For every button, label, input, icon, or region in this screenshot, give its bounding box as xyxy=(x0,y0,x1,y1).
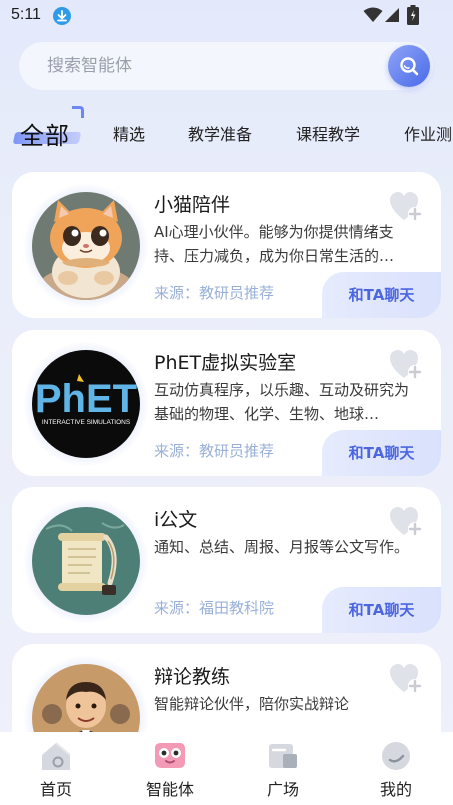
category-tabs: 全部 精选 教学准备 课程教学 作业测 xyxy=(0,106,453,156)
source-name: 教研员推荐 xyxy=(199,442,275,460)
agent-card[interactable]: i公文 通知、总结、周报、月报等公文写作。 来源：福田教科院 和TA聊天 xyxy=(12,487,441,633)
phet-logo-text: PhET xyxy=(35,377,137,421)
agent-card[interactable]: PhET INTERACTIVE SIMULATIONS PhET虚拟实验室 互… xyxy=(12,330,441,476)
tab-all-label: 全部 xyxy=(20,122,70,150)
plaza-icon xyxy=(269,744,297,768)
card-description: AI心理小伙伴。能够为你提供情绪支持、压力减负，成为你日常生活的… xyxy=(154,223,395,265)
chat-button[interactable]: 和TA聊天 xyxy=(322,272,441,318)
phet-logo-subtext: INTERACTIVE SIMULATIONS xyxy=(42,419,131,426)
tab-highlight-corner xyxy=(72,106,84,118)
tab-all[interactable]: 全部 xyxy=(12,106,84,152)
status-bar: 5:11 xyxy=(0,0,453,32)
battery-icon xyxy=(407,5,419,25)
nav-home[interactable]: 首页 xyxy=(6,732,106,805)
nav-profile[interactable]: 我的 xyxy=(346,732,446,805)
tab-teaching-prep[interactable]: 教学准备 xyxy=(188,121,252,145)
nav-plaza-label: 广场 xyxy=(266,780,299,799)
bottom-nav: 首页 智能体 广场 我的 xyxy=(0,732,453,805)
card-title: i公文 xyxy=(154,509,198,531)
search-bar xyxy=(19,42,433,90)
avatar-frame: PhET INTERACTIVE SIMULATIONS xyxy=(24,342,148,466)
favorite-add-icon[interactable] xyxy=(388,505,424,539)
card-source: 来源：教研员推荐 xyxy=(154,440,274,461)
nav-plaza[interactable]: 广场 xyxy=(233,732,333,805)
chat-button[interactable]: 和TA聊天 xyxy=(322,587,441,633)
nav-home-label: 首页 xyxy=(39,780,72,799)
card-description: 互动仿真程序，以乐趣、互动及研究为基础的物理、化学、生物、地球… xyxy=(154,381,410,423)
nav-agent[interactable]: 智能体 xyxy=(120,732,220,805)
avatar-frame xyxy=(24,184,148,308)
tab-homework[interactable]: 作业测 xyxy=(404,121,452,145)
cat-avatar xyxy=(32,192,140,300)
source-prefix: 来源： xyxy=(154,442,200,460)
agent-icon xyxy=(155,743,185,768)
card-description: 智能辩论伙伴，陪你实战辩论 xyxy=(154,695,350,713)
favorite-add-icon[interactable] xyxy=(388,662,424,696)
profile-icon xyxy=(382,742,410,770)
card-description: 通知、总结、周报、月报等公文写作。 xyxy=(154,538,410,556)
nav-agent-label: 智能体 xyxy=(145,780,194,799)
favorite-add-icon[interactable] xyxy=(388,190,424,224)
scroll-avatar xyxy=(32,507,140,615)
card-title: 辩论教练 xyxy=(154,666,231,688)
source-prefix: 来源： xyxy=(154,284,200,302)
home-icon xyxy=(42,742,71,770)
nav-profile-label: 我的 xyxy=(379,780,412,799)
agent-card[interactable]: 小猫陪伴 AI心理小伙伴。能够为你提供情绪支持、压力减负，成为你日常生活的… 来… xyxy=(12,172,441,318)
card-title: PhET虚拟实验室 xyxy=(154,352,297,374)
search-input[interactable] xyxy=(47,55,347,77)
source-name: 福田教科院 xyxy=(199,599,275,617)
search-icon xyxy=(400,57,419,76)
status-time: 5:11 xyxy=(11,6,41,23)
card-title: 小猫陪伴 xyxy=(154,194,231,216)
wifi-icon xyxy=(363,7,383,22)
card-source: 来源：福田教科院 xyxy=(154,597,274,618)
tab-course-teaching[interactable]: 课程教学 xyxy=(296,121,360,145)
signal-icon xyxy=(385,8,399,22)
source-prefix: 来源： xyxy=(154,599,200,617)
search-button[interactable] xyxy=(388,45,430,87)
tab-featured[interactable]: 精选 xyxy=(113,121,145,145)
card-source: 来源：教研员推荐 xyxy=(154,282,274,303)
favorite-add-icon[interactable] xyxy=(388,348,424,382)
chat-button[interactable]: 和TA聊天 xyxy=(322,430,441,476)
phet-logo: PhET INTERACTIVE SIMULATIONS xyxy=(32,350,140,458)
source-name: 教研员推荐 xyxy=(199,284,275,302)
avatar-frame xyxy=(24,499,148,623)
download-icon xyxy=(53,7,71,25)
